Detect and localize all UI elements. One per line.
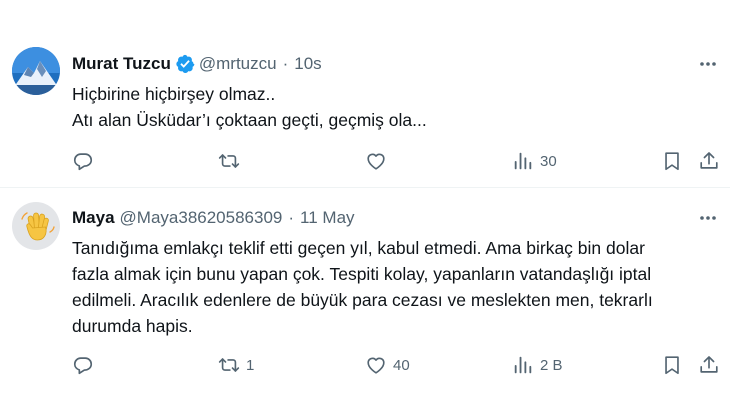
author-handle[interactable]: @Maya38620586309 — [120, 208, 283, 228]
repost-icon — [218, 154, 240, 168]
tweet-header: Murat Tuzcu @mrtuzcu · 10s — [72, 51, 718, 77]
tweet-line: edilmeli. Aracılık edenlere de büyük par… — [72, 290, 653, 310]
avatar-mrtuzcu[interactable] — [12, 47, 60, 95]
tweet-line: fazla almak için bunu yapan çok. Tespiti… — [72, 264, 652, 284]
share-button[interactable] — [698, 348, 720, 382]
tweet-timestamp[interactable]: 11 May — [300, 208, 355, 228]
tweet-timestamp[interactable]: 10s — [294, 54, 321, 74]
like-count: 40 — [393, 356, 410, 374]
verified-badge-icon — [176, 54, 195, 73]
views-icon — [514, 152, 532, 170]
bookmark-button[interactable] — [661, 144, 683, 178]
share-button[interactable] — [698, 144, 720, 178]
more-options-button[interactable] — [696, 206, 720, 230]
views-icon — [514, 356, 532, 374]
like-button[interactable] — [365, 144, 393, 178]
author-name[interactable]: Maya — [72, 208, 115, 228]
views-button[interactable]: 30 — [512, 144, 557, 178]
views-button[interactable]: 2 B — [512, 348, 563, 382]
bookmark-button[interactable] — [661, 348, 683, 382]
like-icon — [367, 357, 385, 374]
views-count: 30 — [540, 152, 557, 170]
tweet-header: Maya @Maya38620586309 · 11 May — [72, 205, 718, 231]
tweet-line: Atı alan Üsküdar’ı çoktaan geçti, geçmiş… — [72, 110, 427, 130]
more-icon — [700, 216, 716, 220]
tweet-line: Tanıdığıma emlakçı teklif etti geçen yıl… — [72, 238, 645, 258]
share-icon — [700, 356, 718, 373]
share-icon — [700, 152, 718, 169]
tweet-actions: 1 40 2 B — [60, 348, 730, 382]
more-options-button[interactable] — [696, 52, 720, 76]
separator-dot: · — [288, 208, 295, 227]
like-button[interactable]: 40 — [365, 348, 410, 382]
like-icon — [367, 153, 385, 170]
separator-dot: · — [282, 54, 289, 73]
repost-button[interactable] — [218, 144, 246, 178]
tweet-text: Hiçbirine hiçbirşey olmaz.. Atı alan Üsk… — [72, 81, 710, 133]
tweet-text: Tanıdığıma emlakçı teklif etti geçen yıl… — [72, 235, 710, 339]
views-count: 2 B — [540, 356, 563, 374]
more-icon — [700, 62, 716, 66]
tweet-actions: 30 — [60, 144, 730, 178]
tweet-mrtuzcu[interactable]: Murat Tuzcu @mrtuzcu · 10s Hiçbirine hiç… — [0, 0, 730, 188]
repost-button[interactable]: 1 — [218, 348, 254, 382]
author-handle[interactable]: @mrtuzcu — [199, 54, 277, 74]
reply-button[interactable] — [72, 348, 100, 382]
author-name[interactable]: Murat Tuzcu — [72, 54, 171, 74]
tweet-line: durumda hapis. — [72, 316, 193, 336]
repost-count: 1 — [246, 356, 255, 374]
bookmark-icon — [665, 356, 679, 375]
tweet-line: Hiçbirine hiçbirşey olmaz.. — [72, 84, 276, 104]
reply-icon — [73, 153, 93, 171]
reply-icon — [73, 357, 93, 375]
tweet-maya[interactable]: Maya @Maya38620586309 · 11 May Tanıdığım… — [0, 188, 730, 420]
avatar-maya[interactable] — [12, 202, 60, 250]
bookmark-icon — [665, 152, 679, 171]
repost-icon — [218, 358, 240, 372]
reply-button[interactable] — [72, 144, 100, 178]
